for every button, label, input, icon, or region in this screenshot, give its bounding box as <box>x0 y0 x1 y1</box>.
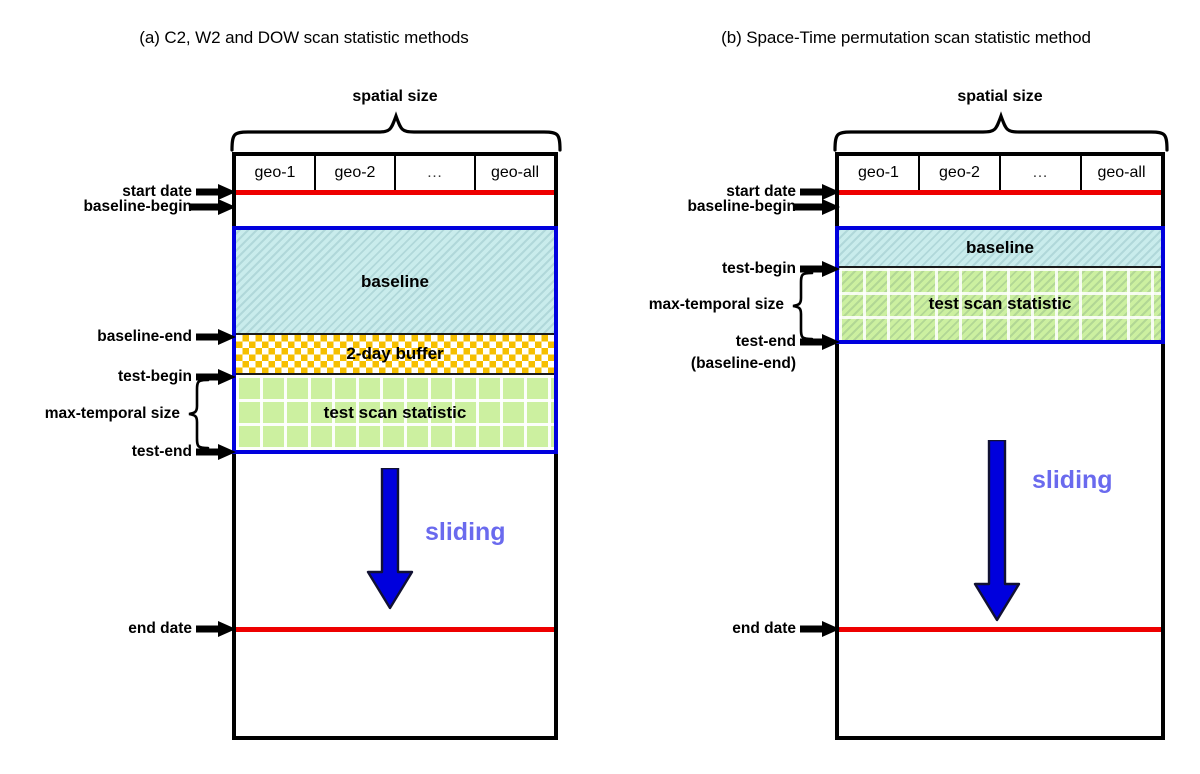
panel-b-arrow-start-date <box>800 184 840 200</box>
panel-b-title: (b) Space-Time permutation scan statisti… <box>721 28 1091 47</box>
panel-a-start-date-line <box>236 190 554 195</box>
panel-a-label-test-begin: test-begin <box>117 368 192 385</box>
panel-b-end-date-line <box>839 627 1161 632</box>
panel-a-test-label: test scan statistic <box>323 402 467 422</box>
panel-a-title: (a) C2, W2 and DOW scan statistic method… <box>139 28 469 47</box>
panel-b-spatial-size-label: spatial size <box>957 88 1043 105</box>
panel-a-end-date-line <box>236 627 554 632</box>
panel-b-spatial-brace <box>833 111 1169 152</box>
panel-a-arrow-baseline-begin <box>190 199 236 215</box>
panel-a-arrow-start-date <box>196 184 236 200</box>
panel-b-label-max-temporal-size: max-temporal size <box>648 296 784 313</box>
panel-b-sliding-arrow <box>973 440 1021 622</box>
geo-cell-ellipsis: … <box>1001 156 1082 190</box>
panel-b-arrow-end-date <box>800 621 840 637</box>
geo-cell-all: geo-all <box>476 156 554 190</box>
geo-cell-1: geo-1 <box>236 156 316 190</box>
panel-a-spatial-size-label: spatial size <box>352 88 438 105</box>
geo-cell-2: geo-2 <box>920 156 1001 190</box>
panel-b-arrow-test-end <box>800 334 840 350</box>
panel-b-geo-row: geo-1 geo-2 … geo-all <box>839 156 1161 192</box>
geo-cell-2: geo-2 <box>316 156 396 190</box>
panel-a-sliding-label: sliding <box>425 518 506 546</box>
panel-b-label-test-end-alias: (baseline-end) <box>690 355 796 372</box>
panel-a: (a) C2, W2 and DOW scan statistic method… <box>0 0 600 774</box>
panel-a-arrow-baseline-end <box>196 329 236 345</box>
panel-a-label-test-end: test-end <box>131 443 192 460</box>
panel-b-start-date-line <box>839 190 1161 195</box>
panel-b-label-test-begin: test-begin <box>721 260 796 277</box>
panel-b-temporal-brace <box>792 271 814 341</box>
panel-b-label-baseline-begin: baseline-begin <box>687 198 796 215</box>
panel-b: (b) Space-Time permutation scan statisti… <box>600 0 1200 774</box>
panel-a-baseline-label: baseline <box>360 271 430 291</box>
geo-cell-all: geo-all <box>1082 156 1161 190</box>
panel-a-label-max-temporal-size: max-temporal size <box>44 405 180 422</box>
panel-a-label-end-date: end date <box>128 620 192 637</box>
panel-b-label-end-date: end date <box>732 620 796 637</box>
panel-b-baseline-label: baseline <box>965 238 1035 257</box>
panel-a-geo-row: geo-1 geo-2 … geo-all <box>236 156 554 192</box>
scan-statistic-diagram: (a) C2, W2 and DOW scan statistic method… <box>0 0 1200 774</box>
panel-b-arrow-baseline-begin <box>794 199 840 215</box>
geo-cell-1: geo-1 <box>839 156 920 190</box>
panel-b-label-test-end: test-end <box>735 333 796 350</box>
panel-a-spatial-brace <box>230 111 562 152</box>
panel-a-buffer-label: 2-day buffer <box>346 344 444 363</box>
panel-a-label-baseline-end: baseline-end <box>97 328 192 345</box>
panel-a-label-baseline-begin: baseline-begin <box>83 198 192 215</box>
panel-b-sliding-label: sliding <box>1032 466 1113 494</box>
panel-a-arrow-test-end <box>196 444 236 460</box>
geo-cell-ellipsis: … <box>396 156 476 190</box>
panel-b-test-label: test scan statistic <box>928 294 1072 313</box>
panel-a-arrow-end-date <box>196 621 236 637</box>
panel-a-temporal-brace <box>188 378 210 450</box>
panel-a-sliding-arrow <box>366 468 414 610</box>
